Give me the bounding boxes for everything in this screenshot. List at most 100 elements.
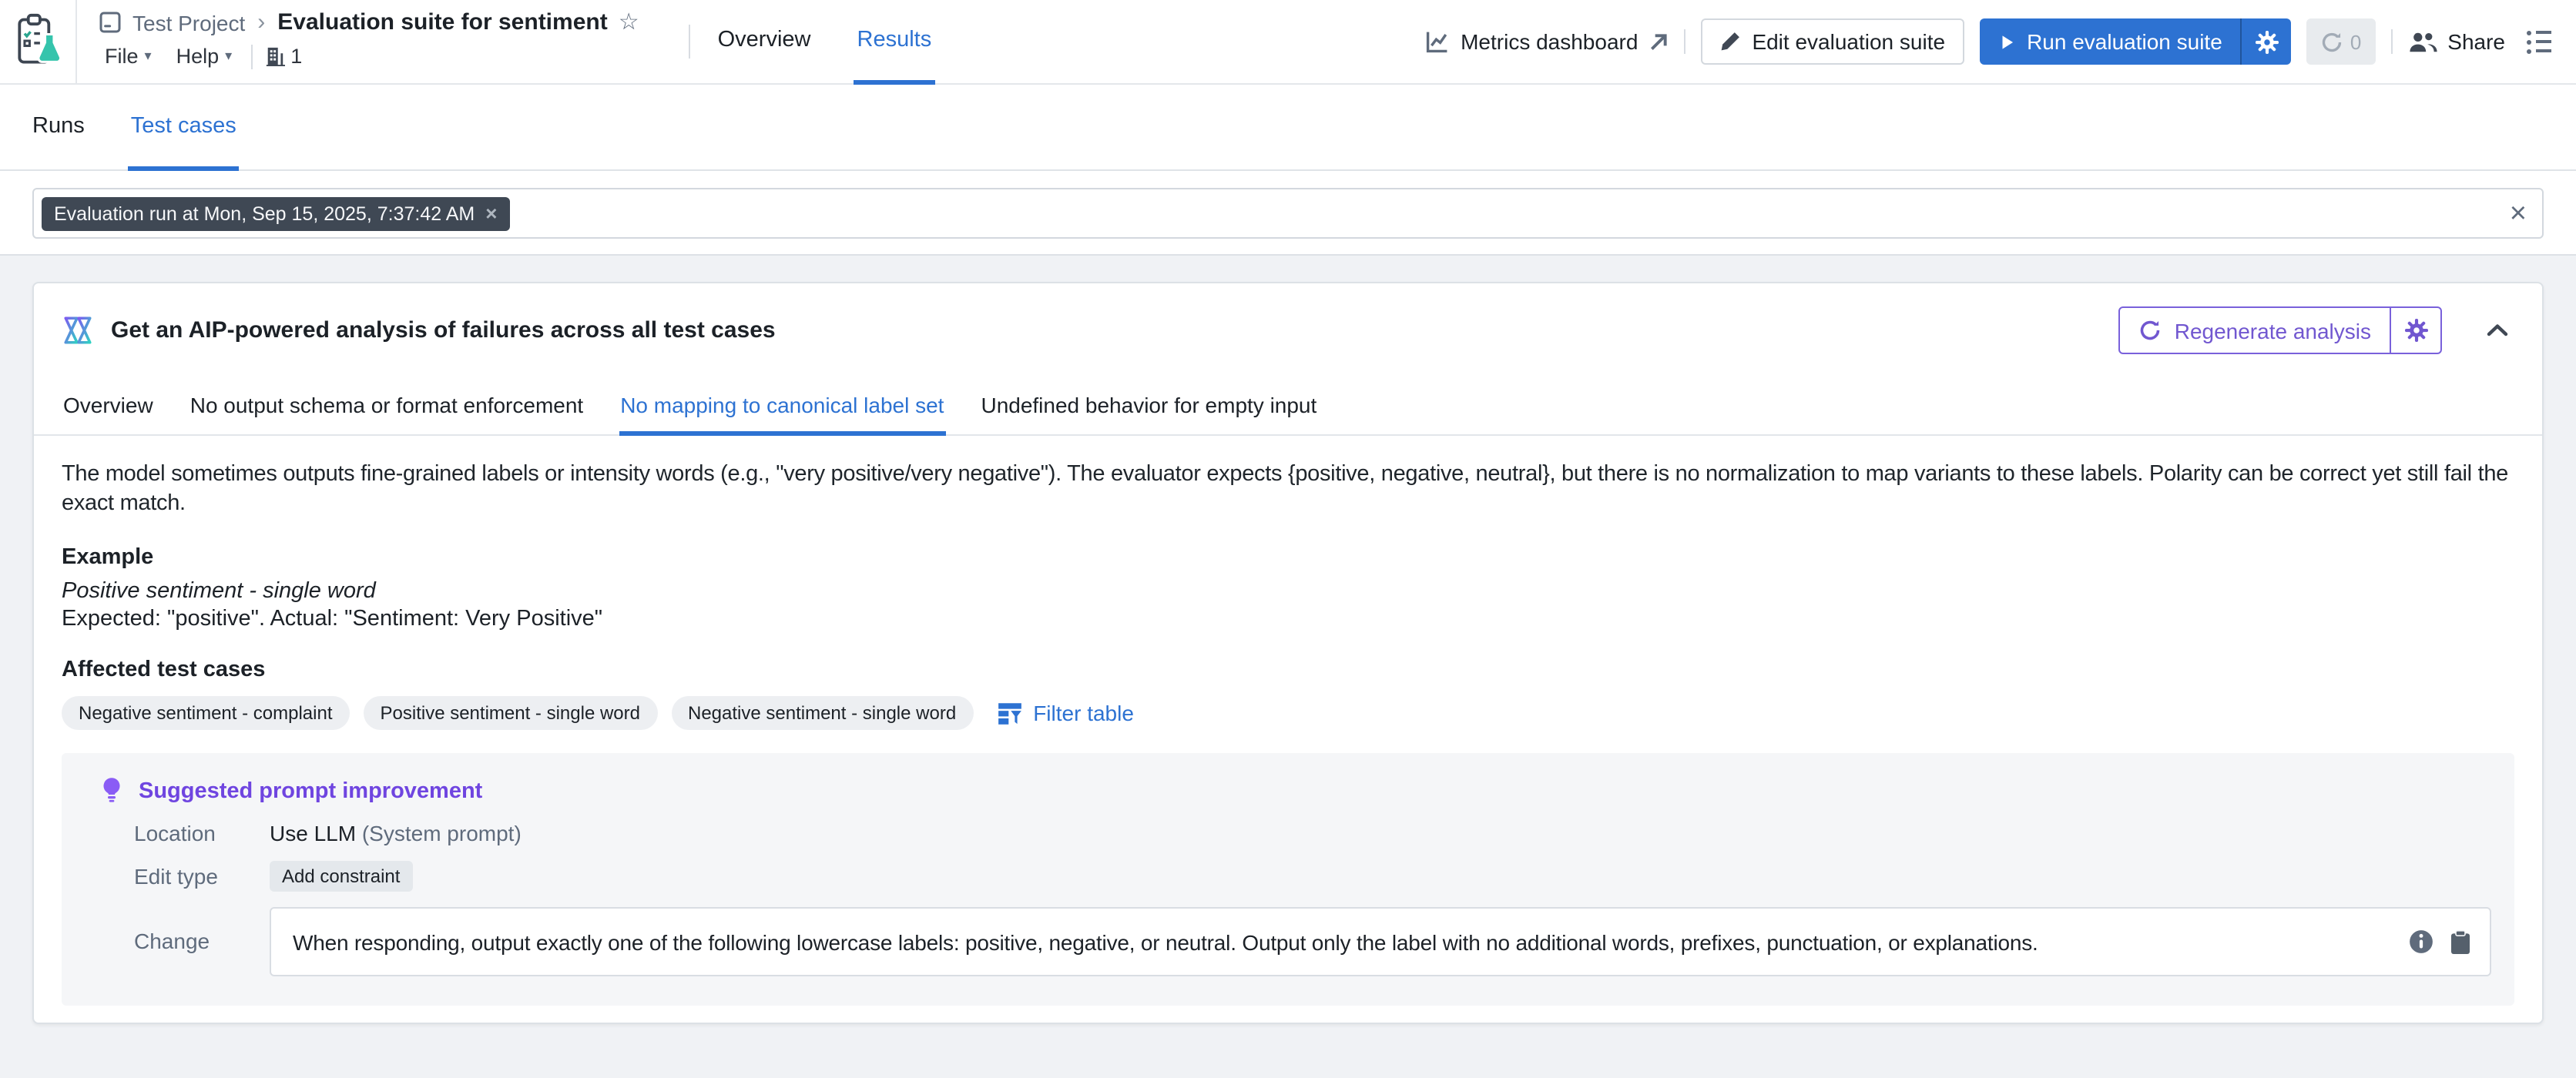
regenerate-analysis-button[interactable]: Regenerate analysis <box>2121 308 2390 353</box>
info-icon[interactable] <box>2408 929 2434 956</box>
divider <box>250 44 252 69</box>
clear-filters-icon[interactable]: × <box>2510 199 2527 228</box>
branch-indicator[interactable]: 1 <box>264 45 302 68</box>
filter-tag[interactable]: Evaluation run at Mon, Sep 15, 2025, 7:3… <box>42 196 509 230</box>
analysis-tab-content: The model sometimes outputs fine-grained… <box>34 436 2542 1023</box>
line-chart-icon <box>1425 29 1450 54</box>
help-menu[interactable]: Help ▾ <box>170 42 239 71</box>
analysis-title: Get an AIP-powered analysis of failures … <box>111 317 776 343</box>
run-evaluation-suite-label: Run evaluation suite <box>2027 29 2222 54</box>
breadcrumb-project[interactable]: Test Project <box>132 10 245 35</box>
analysis-body-text: The model sometimes outputs fine-grained… <box>62 460 2514 520</box>
gear-icon <box>2256 30 2279 53</box>
analysis-tabs: Overview No output schema or format enfo… <box>34 377 2542 436</box>
affected-tag: Positive sentiment - single word <box>364 697 658 731</box>
analysis-settings-button[interactable] <box>2390 308 2440 353</box>
example-heading: Example <box>62 546 2514 571</box>
aip-analysis-card: Get an AIP-powered analysis of failures … <box>32 282 2544 1025</box>
location-value: Use LLM <box>270 822 356 846</box>
edit-evaluation-suite-label: Edit evaluation suite <box>1752 29 1945 54</box>
edit-type-value: Add constraint <box>270 862 412 892</box>
help-menu-label: Help <box>176 45 220 68</box>
chevron-down-icon: ▾ <box>145 48 152 65</box>
file-menu[interactable]: File ▾ <box>99 42 158 71</box>
edit-type-label: Edit type <box>134 865 270 889</box>
results-subtabs: Runs Test cases <box>0 85 2576 171</box>
chevron-up-icon <box>2487 323 2508 337</box>
pencil-icon <box>1719 31 1741 52</box>
refresh-icon <box>2139 319 2162 342</box>
affected-heading: Affected test cases <box>62 658 2514 683</box>
analysis-tab-overview[interactable]: Overview <box>62 377 155 436</box>
subtab-runs[interactable]: Runs <box>29 85 88 171</box>
analysis-tab-no-mapping[interactable]: No mapping to canonical label set <box>619 377 945 436</box>
branch-count: 1 <box>290 45 302 68</box>
filter-tag-label: Evaluation run at Mon, Sep 15, 2025, 7:3… <box>54 203 475 224</box>
sync-icon <box>2321 30 2344 53</box>
gear-icon <box>2404 319 2427 342</box>
main-tabs: Overview Results <box>715 0 935 83</box>
affected-tag: Negative sentiment - complaint <box>62 697 350 731</box>
regenerate-analysis-label: Regenerate analysis <box>2175 318 2371 343</box>
building-icon <box>264 46 284 66</box>
example-detail: Expected: "positive". Actual: "Sentiment… <box>62 608 2514 632</box>
analysis-tab-no-output-schema[interactable]: No output schema or format enforcement <box>189 377 585 436</box>
change-box: When responding, output exactly one of t… <box>270 908 2491 977</box>
queue-count: 0 <box>2350 30 2361 53</box>
analysis-tab-undefined-behavior[interactable]: Undefined behavior for empty input <box>979 377 1318 436</box>
play-icon <box>1997 33 2014 50</box>
suggestion-title: Suggested prompt improvement <box>139 779 482 804</box>
run-evaluation-suite-button[interactable]: Run evaluation suite <box>1979 18 2241 65</box>
metrics-dashboard-link[interactable]: Metrics dashboard <box>1425 29 1669 54</box>
people-icon <box>2407 30 2437 53</box>
tab-results[interactable]: Results <box>854 0 935 85</box>
file-menu-label: File <box>105 45 139 68</box>
suggestion-change-row: Change When responding, output exactly o… <box>102 908 2491 977</box>
change-text: When responding, output exactly one of t… <box>293 930 2393 955</box>
filter-input[interactable]: Evaluation run at Mon, Sep 15, 2025, 7:3… <box>32 188 2544 239</box>
filter-table-link[interactable]: Filter table <box>996 701 1134 727</box>
suggestion-location-row: Location Use LLM (System prompt) <box>102 822 2491 846</box>
page-content: Get an AIP-powered analysis of failures … <box>0 256 2576 1025</box>
run-evaluation-suite-split-button: Run evaluation suite <box>1979 18 2292 65</box>
suggested-improvement-panel: Suggested prompt improvement Location Us… <box>62 754 2514 1006</box>
favorite-star-icon[interactable]: ☆ <box>619 11 639 34</box>
analysis-card-header: Get an AIP-powered analysis of failures … <box>34 283 2542 377</box>
top-bar: Test Project › Evaluation suite for sent… <box>0 0 2576 85</box>
copy-clipboard-icon[interactable] <box>2450 930 2471 955</box>
change-label: Change <box>134 908 270 954</box>
filter-table-icon <box>996 701 1022 727</box>
refresh-queue-button[interactable]: 0 <box>2307 18 2375 65</box>
breadcrumb: Test Project › Evaluation suite for sent… <box>77 0 661 83</box>
divider <box>1684 29 1685 54</box>
evaluation-app-icon <box>8 12 67 71</box>
edit-evaluation-suite-button[interactable]: Edit evaluation suite <box>1701 18 1964 65</box>
filter-table-label: Filter table <box>1033 701 1134 726</box>
location-note: (System prompt) <box>362 822 522 846</box>
filter-bar: Evaluation run at Mon, Sep 15, 2025, 7:3… <box>0 171 2576 256</box>
page-title: Evaluation suite for sentiment <box>277 9 607 35</box>
app-logo[interactable] <box>0 0 77 83</box>
chevron-down-icon: ▾ <box>225 48 232 65</box>
share-label: Share <box>2447 29 2505 54</box>
location-label: Location <box>134 822 270 846</box>
remove-filter-icon[interactable]: × <box>485 203 497 223</box>
properties-list-icon[interactable] <box>2521 24 2558 59</box>
divider <box>2390 29 2392 54</box>
metrics-dashboard-label: Metrics dashboard <box>1461 29 1638 54</box>
lightbulb-icon <box>102 778 122 805</box>
regenerate-analysis-split-button: Regenerate analysis <box>2119 306 2442 354</box>
subtab-test-cases[interactable]: Test cases <box>128 85 240 171</box>
affected-tag: Negative sentiment - single word <box>671 697 973 731</box>
tab-overview[interactable]: Overview <box>715 0 814 85</box>
divider <box>689 25 690 59</box>
share-button[interactable]: Share <box>2407 29 2505 54</box>
run-settings-button[interactable] <box>2241 18 2292 65</box>
suggestion-edit-type-row: Edit type Add constraint <box>102 863 2491 891</box>
external-link-icon <box>1649 32 1669 52</box>
aip-icon <box>62 314 94 346</box>
affected-tags-row: Negative sentiment - complaint Positive … <box>62 697 2514 731</box>
collapse-panel-button[interactable] <box>2480 313 2514 347</box>
example-case-name: Positive sentiment - single word <box>62 580 2514 604</box>
breadcrumb-chevron-icon: › <box>257 9 265 35</box>
